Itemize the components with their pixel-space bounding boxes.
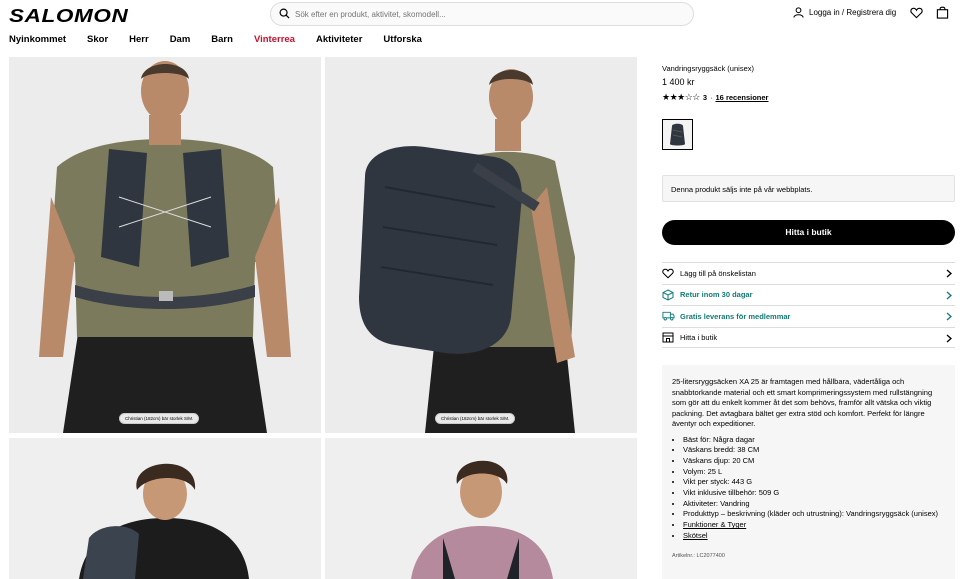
backpack-thumbnail-icon (670, 123, 685, 146)
reviews-link[interactable]: 16 recensioner (716, 93, 769, 102)
free-delivery-label: Gratis leverans för medlemmar (680, 311, 791, 321)
spec-item: Bäst för: Några dagar (683, 435, 945, 446)
product-image-woman-2[interactable] (325, 438, 637, 579)
nav-dam[interactable]: Dam (170, 34, 191, 45)
rating-separator: · (710, 93, 713, 102)
nav-nyinkommet[interactable]: Nyinkommet (9, 34, 66, 45)
login-link[interactable]: Logga in / Registrera dig (793, 7, 896, 18)
nav-utforska[interactable]: Utforska (383, 34, 422, 45)
brand-logo[interactable]: SALOMON (9, 6, 128, 27)
search-bar[interactable] (270, 2, 694, 26)
nav-skor[interactable]: Skor (87, 34, 108, 45)
image-caption: Christian (182cm) bär storlek S/M. (435, 413, 516, 424)
features-link[interactable]: Funktioner & Tyger (683, 520, 746, 529)
spec-item: Vikt inklusive tillbehör: 509 G (683, 488, 945, 499)
wishlist-label: Lägg till på önskelistan (680, 268, 756, 278)
description-text: 25-litersryggsäcken XA 25 är framtagen m… (672, 377, 933, 428)
features-link-item: Funktioner & Tyger (683, 520, 945, 531)
spec-item: Väskans bredd: 38 CM (683, 445, 945, 456)
rating-value: 3 (702, 93, 708, 102)
wishlist-heart-icon[interactable] (910, 7, 923, 19)
product-rating: ★★★☆☆ 3 · 16 recensioner (662, 92, 768, 103)
user-icon (793, 7, 804, 18)
product-name: Vandringsryggsäck (unisex) (662, 64, 754, 73)
spec-list: Bäst för: Några dagar Väskans bredd: 38 … (672, 435, 945, 542)
store-icon (662, 332, 674, 343)
model-woman-jacket-illustration (325, 438, 637, 579)
main-nav: Nyinkommet Skor Herr Dam Barn Vinterrea … (9, 34, 443, 45)
returns-link[interactable]: Retur inom 30 dagar (662, 283, 955, 306)
product-image-side[interactable]: Christian (182cm) bär storlek S/M. (325, 57, 637, 433)
truck-icon (662, 312, 675, 321)
find-store-label: Hitta i butik (680, 332, 718, 342)
wishlist-link[interactable]: Lägg till på önskelistan (662, 262, 955, 284)
nav-aktiviteter[interactable]: Aktiviteter (316, 34, 362, 45)
spec-item: Produkttyp – beskrivning (kläder och utr… (683, 509, 945, 520)
chevron-right-icon (946, 269, 952, 278)
cart-bag-icon[interactable] (936, 6, 949, 19)
search-input[interactable] (295, 6, 675, 22)
returns-label: Retur inom 30 dagar (680, 290, 753, 300)
spec-item: Aktiviteter: Vandring (683, 499, 945, 510)
find-store-link[interactable]: Hitta i butik (662, 326, 955, 348)
spec-item: Volym: 25 L (683, 467, 945, 478)
search-icon (279, 8, 290, 19)
spec-item: Väskans djup: 20 CM (683, 456, 945, 467)
find-in-store-button[interactable]: Hitta i butik (662, 220, 955, 245)
product-image-woman-1[interactable] (9, 438, 321, 579)
article-number: Artikelnr.: LC2077400 (672, 552, 725, 559)
login-label: Logga in / Registrera dig (809, 8, 897, 17)
box-return-icon (662, 289, 674, 301)
chevron-right-icon (946, 312, 952, 321)
model-woman-illustration (9, 438, 321, 579)
nav-vinterrea[interactable]: Vinterrea (254, 34, 295, 45)
color-swatch[interactable] (662, 119, 693, 150)
model-front-illustration (9, 57, 321, 433)
image-caption: Christian (182cm) bär storlek S/M. (119, 413, 200, 424)
product-price: 1 400 kr (662, 77, 695, 87)
chevron-right-icon (946, 334, 952, 342)
availability-notice: Denna produkt säljs inte på vår webbplat… (662, 175, 955, 202)
care-link[interactable]: Skötsel (683, 531, 708, 540)
product-image-front[interactable]: Christian (182cm) bär storlek S/M. (9, 57, 321, 433)
site-header: SALOMON Logga in / Registrera dig Nyinko… (0, 0, 960, 56)
rating-stars-icon: ★★★☆☆ (662, 92, 700, 102)
care-link-item: Skötsel (683, 531, 945, 542)
heart-icon (662, 268, 674, 279)
chevron-right-icon (946, 291, 952, 299)
product-description: 25-litersryggsäcken XA 25 är framtagen m… (662, 365, 955, 579)
spec-item: Vikt per styck: 443 G (683, 477, 945, 488)
nav-barn[interactable]: Barn (211, 34, 233, 45)
action-links: Lägg till på önskelistan Retur inom 30 d… (662, 262, 955, 348)
free-delivery-link[interactable]: Gratis leverans för medlemmar (662, 305, 955, 327)
nav-herr[interactable]: Herr (129, 34, 149, 45)
model-side-illustration (325, 57, 637, 433)
